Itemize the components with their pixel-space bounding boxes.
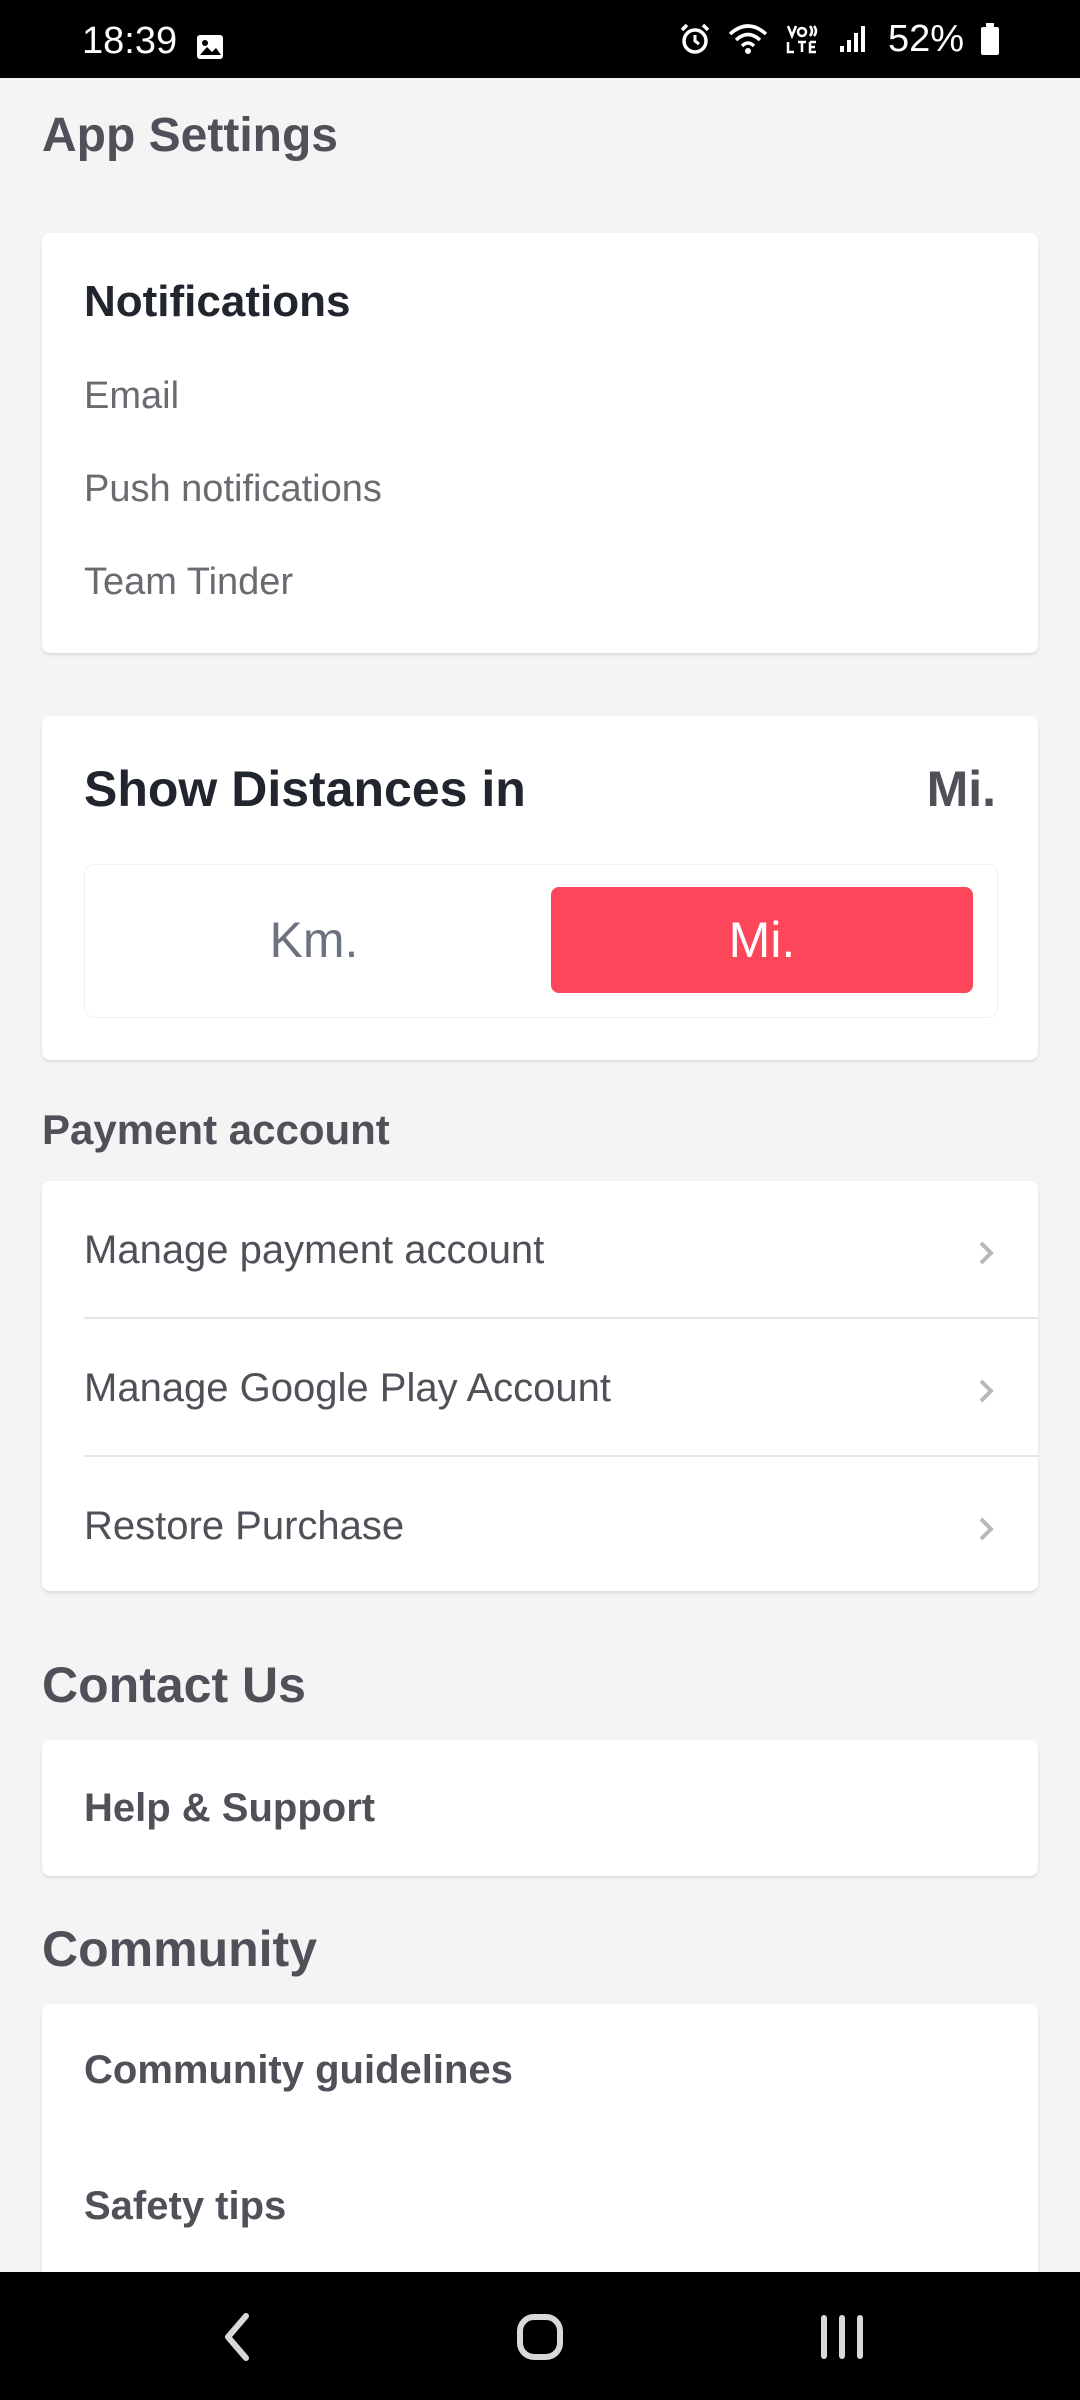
manage-google-play-label: Manage Google Play Account bbox=[84, 1365, 612, 1410]
status-icons: 52% bbox=[678, 20, 1000, 58]
manage-payment-account-label: Manage payment account bbox=[84, 1227, 545, 1272]
notification-push-item[interactable]: Push notifications bbox=[84, 468, 382, 511]
distance-unit-toggle: Km. Mi. bbox=[84, 864, 998, 1018]
home-icon[interactable] bbox=[500, 2302, 580, 2372]
contact-section-label: Contact Us bbox=[42, 1657, 306, 1713]
wifi-icon bbox=[728, 22, 768, 56]
payment-card: Manage payment account Manage Google Pla… bbox=[42, 1181, 1038, 1591]
manage-google-play-row[interactable]: Manage Google Play Account bbox=[84, 1319, 1038, 1457]
safety-tips-item[interactable]: Safety tips bbox=[84, 2184, 286, 2229]
distance-card: Show Distances in Mi. Km. Mi. bbox=[42, 716, 1038, 1060]
community-section-label: Community bbox=[42, 1921, 317, 1977]
page-title: App Settings bbox=[42, 109, 338, 162]
battery-percent: 52% bbox=[887, 18, 964, 60]
chevron-right-icon bbox=[976, 1372, 998, 1404]
recents-icon[interactable] bbox=[802, 2302, 882, 2372]
signal-icon bbox=[838, 24, 868, 54]
help-support-item[interactable]: Help & Support bbox=[84, 1740, 375, 1876]
contact-card: Help & Support bbox=[42, 1740, 1038, 1876]
distance-title: Show Distances in bbox=[84, 761, 526, 817]
status-time: 18:39 bbox=[82, 20, 178, 62]
back-icon[interactable] bbox=[198, 2302, 278, 2372]
notifications-card: Notifications Email Push notifications T… bbox=[42, 233, 1038, 653]
unit-option-km[interactable]: Km. bbox=[103, 887, 525, 993]
chevron-right-icon bbox=[976, 1510, 998, 1542]
unit-option-mi[interactable]: Mi. bbox=[551, 887, 973, 993]
alarm-icon bbox=[678, 22, 712, 56]
status-bar: 18:39 52% bbox=[0, 0, 1080, 78]
volte-icon bbox=[784, 22, 822, 56]
distance-current-value: Mi. bbox=[926, 761, 996, 817]
system-nav-bar bbox=[0, 2272, 1080, 2400]
notifications-title: Notifications bbox=[84, 277, 351, 326]
community-guidelines-item[interactable]: Community guidelines bbox=[84, 2048, 513, 2093]
community-card: Community guidelines Safety tips bbox=[42, 2004, 1038, 2304]
notification-email-item[interactable]: Email bbox=[84, 375, 179, 418]
manage-payment-account-row[interactable]: Manage payment account bbox=[84, 1181, 1038, 1319]
payment-section-label: Payment account bbox=[42, 1106, 390, 1153]
notification-team-tinder-item[interactable]: Team Tinder bbox=[84, 561, 293, 604]
battery-icon bbox=[980, 22, 1000, 56]
chevron-right-icon bbox=[976, 1234, 998, 1266]
image-icon bbox=[196, 34, 224, 60]
restore-purchase-label: Restore Purchase bbox=[84, 1503, 405, 1548]
restore-purchase-row[interactable]: Restore Purchase bbox=[84, 1457, 1038, 1595]
